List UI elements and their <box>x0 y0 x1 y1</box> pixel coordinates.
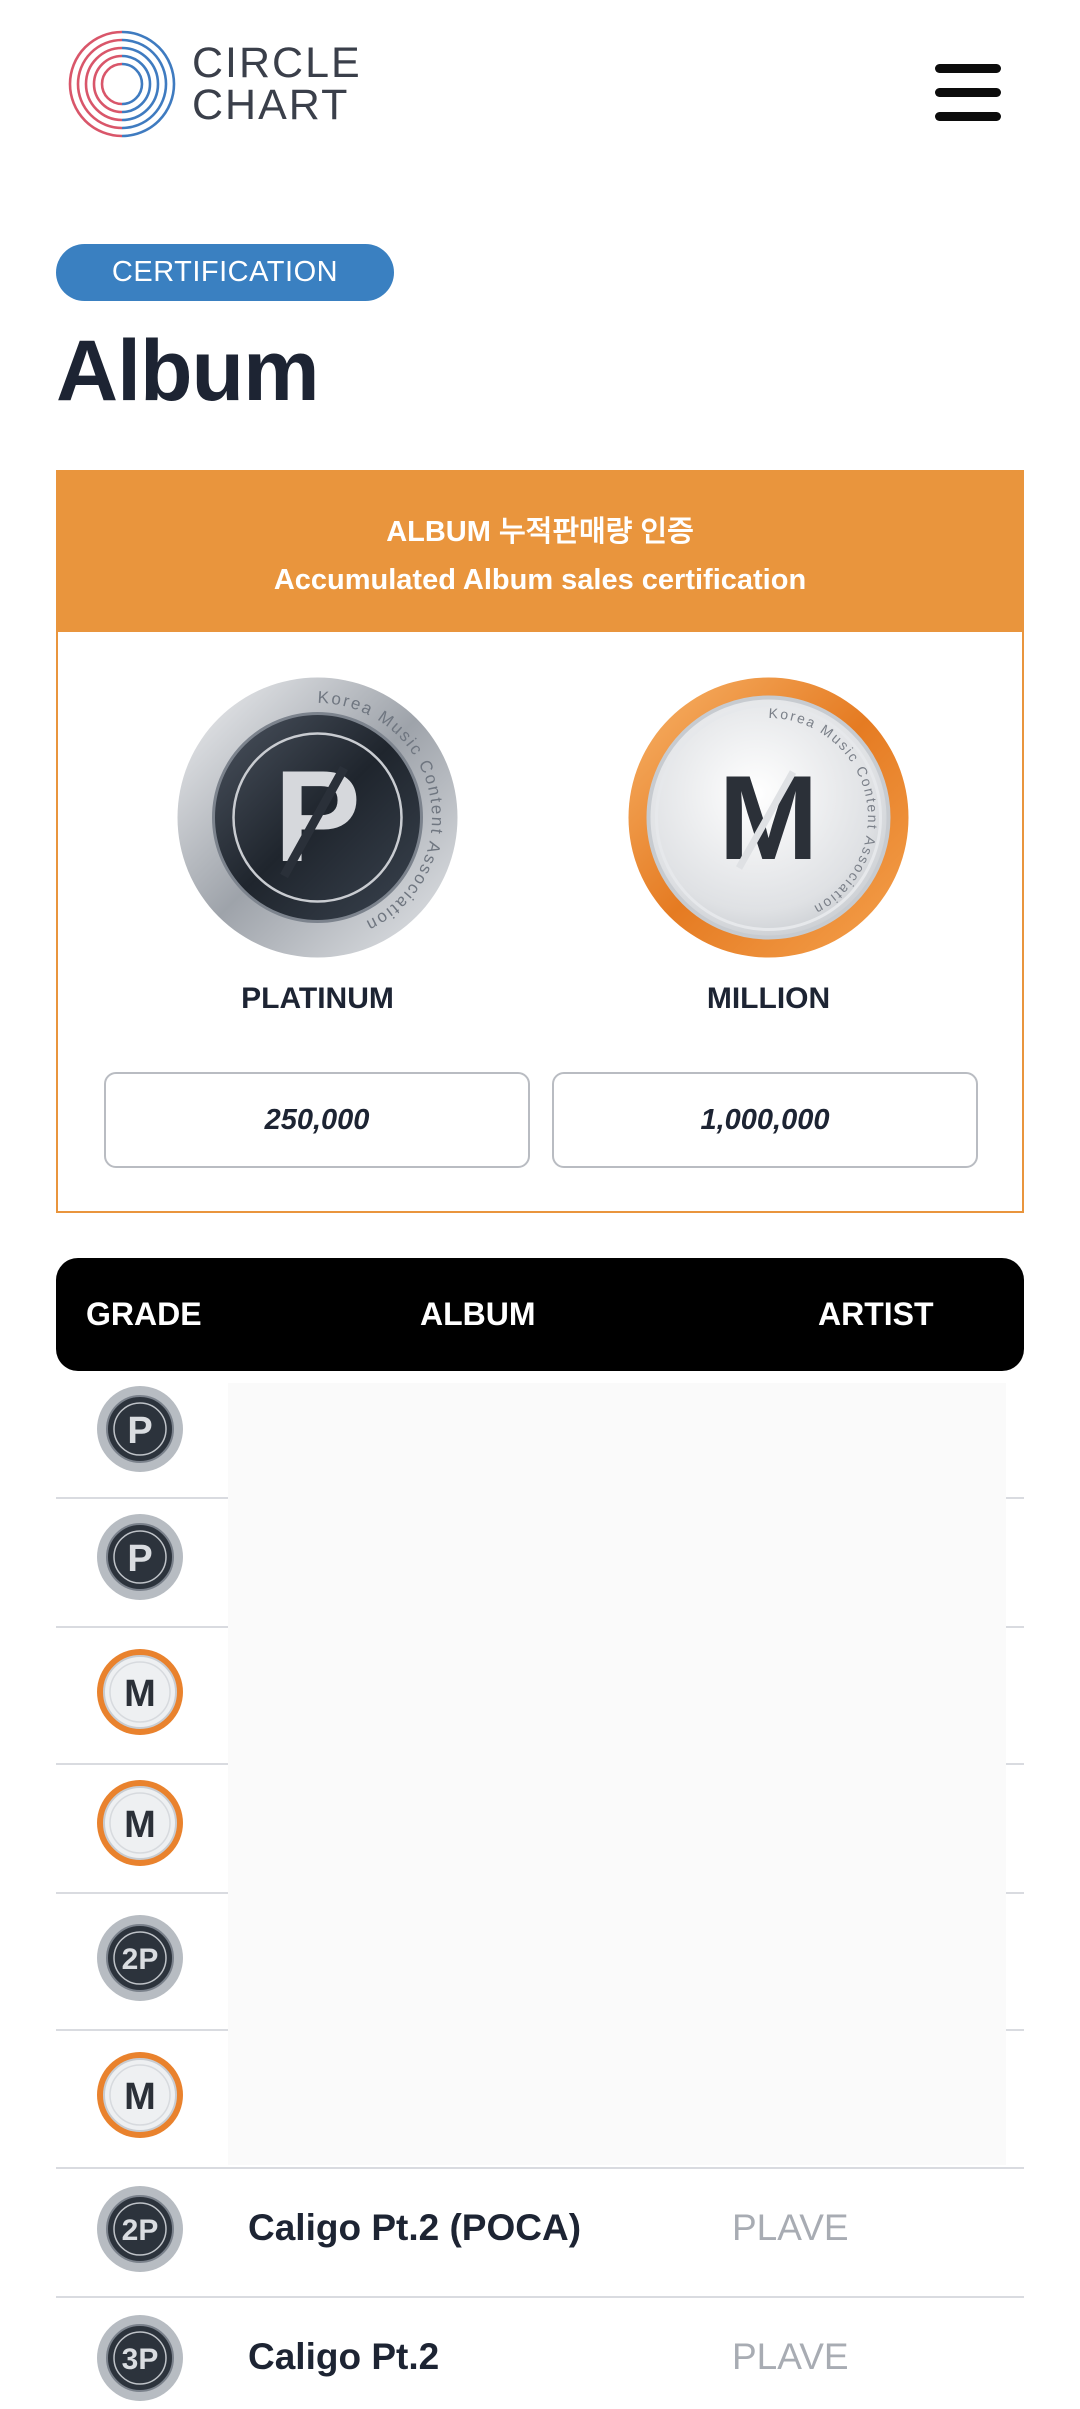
logo-wordmark: CIRCLE CHART <box>192 39 362 129</box>
certification-heading: ALBUM 누적판매량 인증 Accumulated Album sales c… <box>58 472 1022 632</box>
certification-heading-ko: ALBUM 누적판매량 인증 <box>386 516 694 548</box>
platinum-badge-icon: Korea Music Content Association P <box>177 677 458 958</box>
table-header: GRADE ALBUM ARTIST <box>56 1258 1024 1371</box>
svg-text:M: M <box>124 2076 156 2118</box>
svg-text:M: M <box>124 1673 156 1715</box>
platinum-grade-icon: P <box>97 1386 183 1472</box>
svg-text:2P: 2P <box>122 1943 159 1976</box>
hamburger-menu-icon[interactable] <box>935 64 1001 122</box>
svg-text:3P: 3P <box>122 2343 159 2376</box>
column-album[interactable]: ALBUM <box>420 1258 536 1371</box>
million-grade-icon: M <box>97 1649 183 1735</box>
svg-text:M: M <box>124 1804 156 1846</box>
site-header: CIRCLE CHART <box>0 0 1080 180</box>
certification-heading-en: Accumulated Album sales certification <box>273 564 807 596</box>
million-badge-icon: Korea Music Content Association M <box>628 677 909 958</box>
svg-text:P: P <box>127 1538 152 1580</box>
circle-chart-logo[interactable]: CIRCLE CHART <box>66 28 362 140</box>
circle-chart-logo-icon <box>68 30 176 138</box>
platinum-grade-icon: 2P <box>97 2186 183 2272</box>
million-grade-icon: M <box>97 2052 183 2138</box>
svg-text:P: P <box>127 1410 152 1452</box>
million-grade-icon: M <box>97 1780 183 1866</box>
platinum-grade-icon: P <box>97 1514 183 1600</box>
table-row[interactable]: 3P Caligo Pt.2 PLAVE <box>56 2298 1024 2409</box>
certification-panel: ALBUM 누적판매량 인증 Accumulated Album sales c… <box>56 470 1024 1213</box>
category-badge: CERTIFICATION <box>56 244 394 301</box>
platinum-threshold: 250,000 <box>104 1072 530 1168</box>
artist-name[interactable]: PLAVE <box>732 2207 849 2249</box>
million-label: MILLION <box>706 982 831 1015</box>
million-threshold: 1,000,000 <box>552 1072 978 1168</box>
table-row[interactable]: 2P Caligo Pt.2 (POCA) PLAVE <box>56 2169 1024 2298</box>
svg-text:2P: 2P <box>122 2214 159 2247</box>
platinum-label: PLATINUM <box>241 982 394 1015</box>
page-title: Album <box>56 323 320 419</box>
album-title[interactable]: Caligo Pt.2 (POCA) <box>248 2207 581 2249</box>
platinum-grade-icon: 2P <box>97 1915 183 2001</box>
column-artist[interactable]: ARTIST <box>818 1258 934 1371</box>
album-title[interactable]: Caligo Pt.2 <box>248 2336 439 2378</box>
logo-line-1: CIRCLE <box>192 39 362 87</box>
logo-line-2: CHART <box>192 81 350 129</box>
loading-placeholder <box>228 1383 1006 2165</box>
artist-name[interactable]: PLAVE <box>732 2336 849 2378</box>
platinum-grade-icon: 3P <box>97 2315 183 2401</box>
column-grade[interactable]: GRADE <box>86 1258 202 1371</box>
